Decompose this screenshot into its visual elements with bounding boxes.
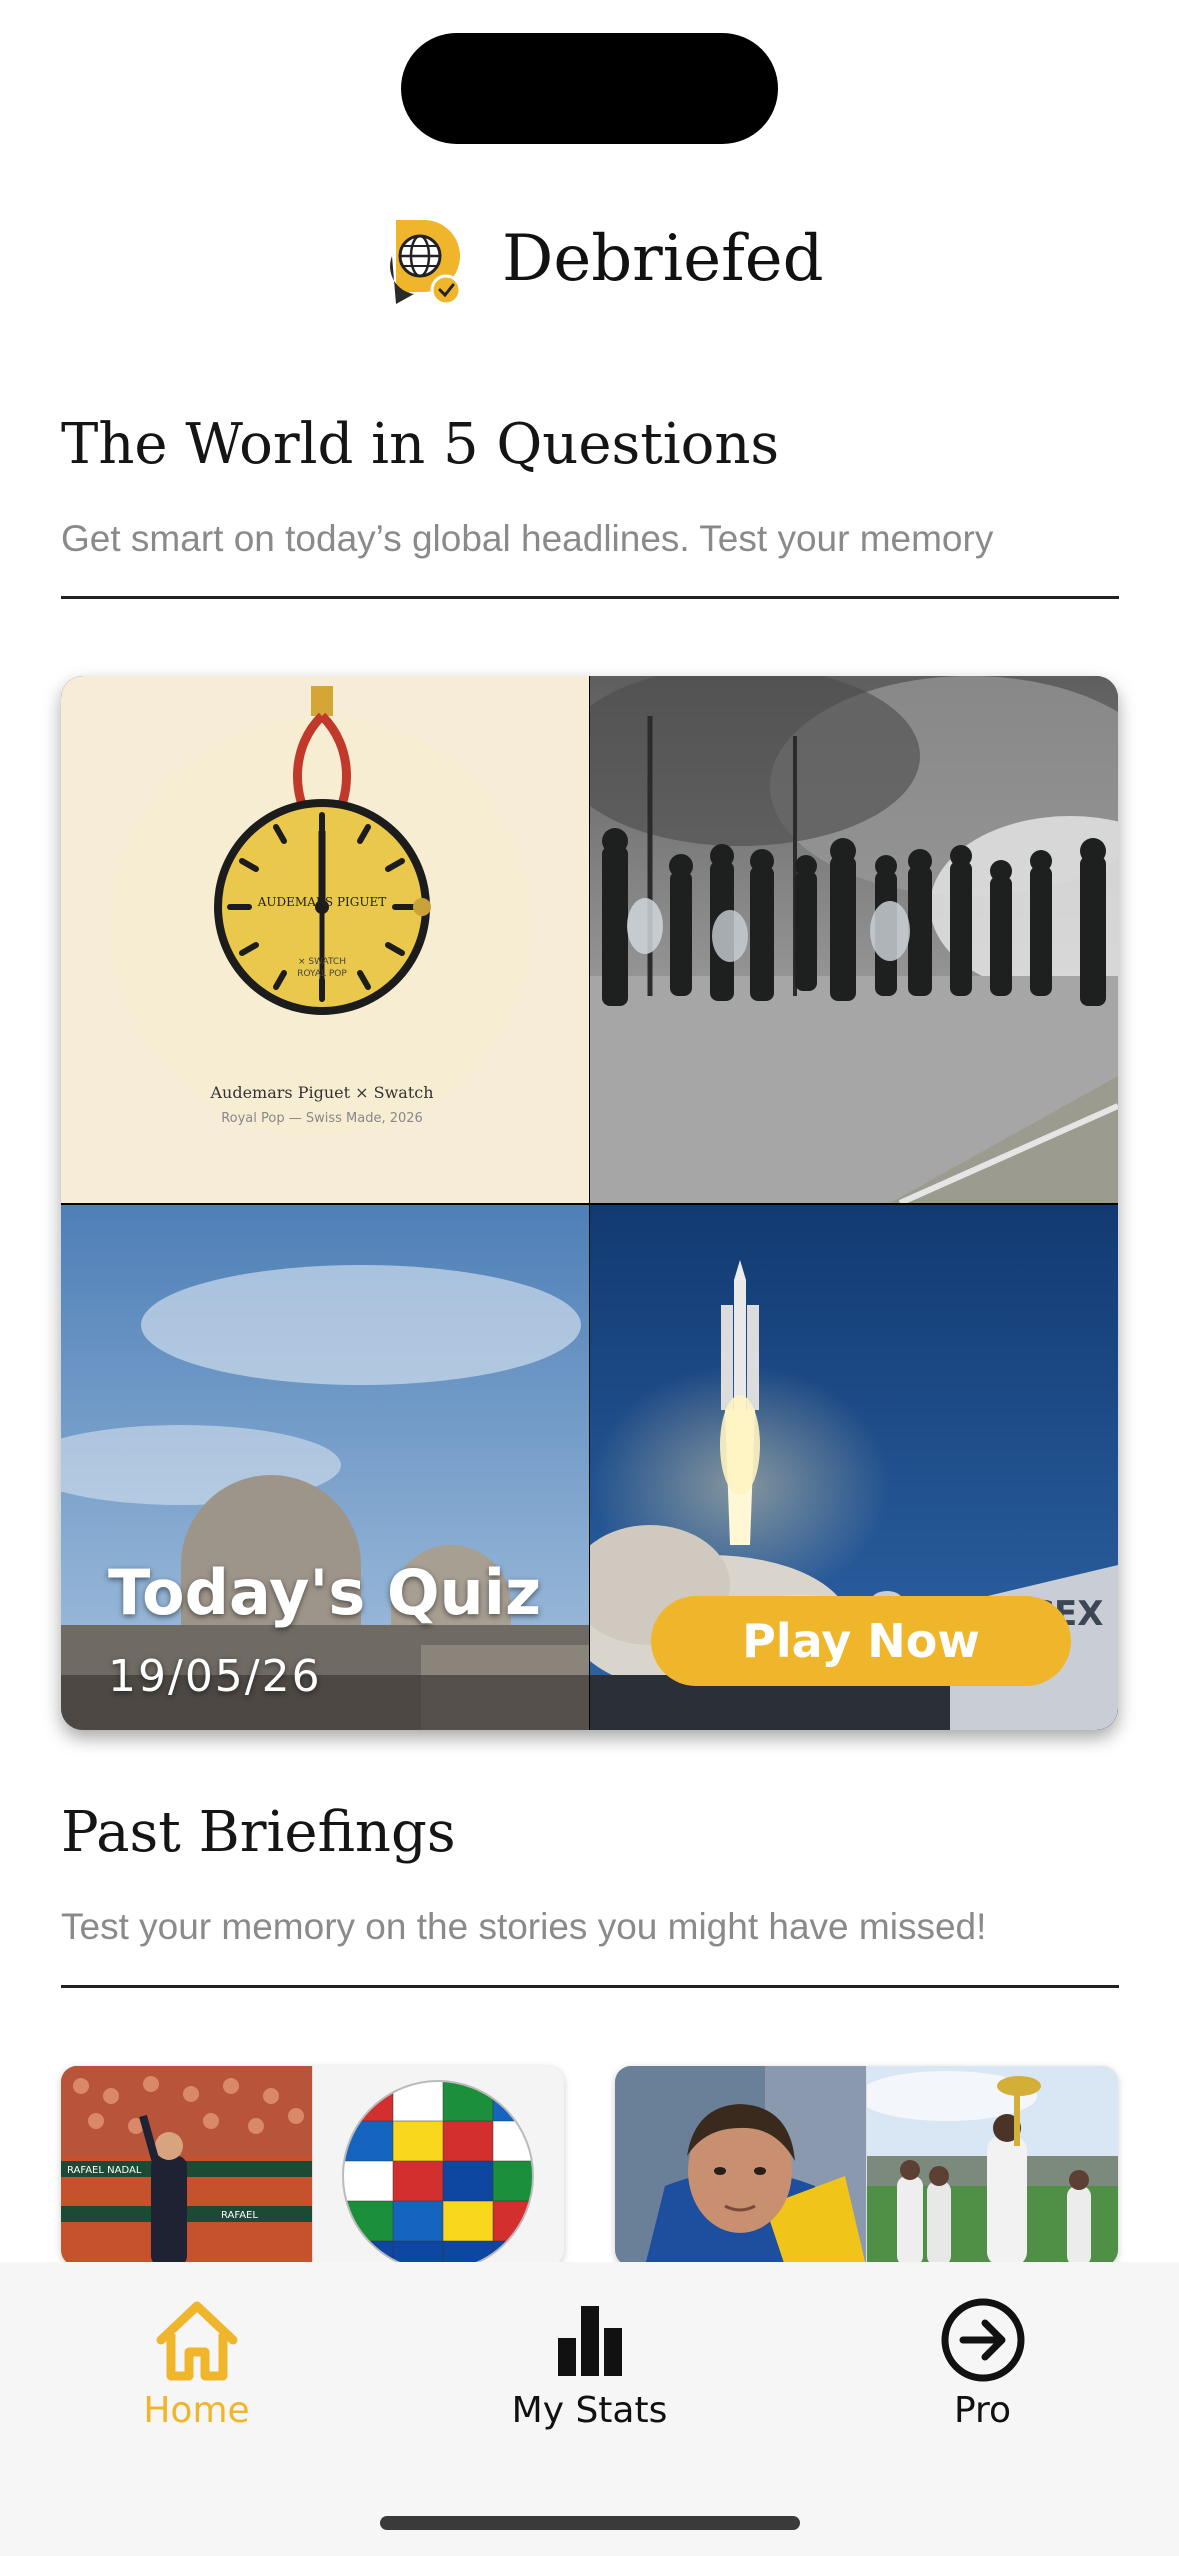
tab-home-label: Home: [143, 2390, 250, 2431]
dynamic-island: [401, 33, 778, 144]
section-divider: [61, 596, 1119, 599]
past-image-flag-globe: [313, 2066, 564, 2266]
app-header: Debriefed: [0, 210, 1179, 320]
bottom-tab-bar: Home My Stats Pro: [0, 2262, 1179, 2556]
arrow-circle-icon: [941, 2298, 1024, 2382]
app-title: Debriefed: [502, 222, 824, 296]
home-icon: [156, 2301, 237, 2381]
tab-my-stats-label: My Stats: [511, 2390, 668, 2431]
home-indicator: [380, 2516, 800, 2530]
past-image-cricket: [867, 2066, 1118, 2266]
quiz-card-title: Today's Quiz: [108, 1556, 542, 1629]
quiz-image-watch: AUDEMARS PIGUET × SWATCH ROYAL POP Audem…: [61, 676, 589, 1203]
debriefed-logo-icon: [390, 220, 462, 306]
tennis-banner-text-2: RAFAEL: [221, 2210, 258, 2221]
quiz-image-riot: [590, 676, 1118, 1203]
section-subtitle-today: Get smart on today’s global headlines. T…: [61, 518, 994, 559]
tab-home[interactable]: Home: [0, 2262, 393, 2462]
watch-dial-line1: × SWATCH: [298, 957, 346, 967]
section-title-today: The World in 5 Questions: [61, 412, 780, 477]
play-now-button[interactable]: Play Now: [651, 1596, 1071, 1686]
tab-pro-label: Pro: [953, 2390, 1012, 2431]
quiz-card-date: 19/05/26: [108, 1651, 322, 1702]
tennis-banner-text-1: RAFAEL NADAL: [67, 2165, 142, 2176]
tab-pro[interactable]: Pro: [786, 2262, 1179, 2462]
todays-quiz-card[interactable]: AUDEMARS PIGUET × SWATCH ROYAL POP Audem…: [61, 676, 1118, 1730]
past-image-tennis: RAFAEL NADAL RAFAEL: [61, 2066, 312, 2266]
section-subtitle-past: Test your memory on the stories you migh…: [61, 1906, 987, 1947]
watch-dial-brand: AUDEMARS PIGUET: [257, 895, 386, 909]
watch-subcaption: Royal Pop — Swiss Made, 2026: [221, 1111, 423, 1126]
watch-caption: Audemars Piguet × Swatch: [209, 1083, 433, 1102]
section-title-past: Past Briefings: [61, 1800, 456, 1865]
past-briefing-card[interactable]: RAFAEL NADAL RAFAEL: [61, 2066, 564, 2266]
past-briefing-card[interactable]: [615, 2066, 1118, 2266]
bar-chart-icon: [557, 2306, 622, 2376]
past-image-athlete: [615, 2066, 866, 2266]
section-divider: [61, 1985, 1119, 1988]
watch-dial-line2: ROYAL POP: [297, 969, 347, 979]
tab-my-stats[interactable]: My Stats: [393, 2262, 786, 2462]
